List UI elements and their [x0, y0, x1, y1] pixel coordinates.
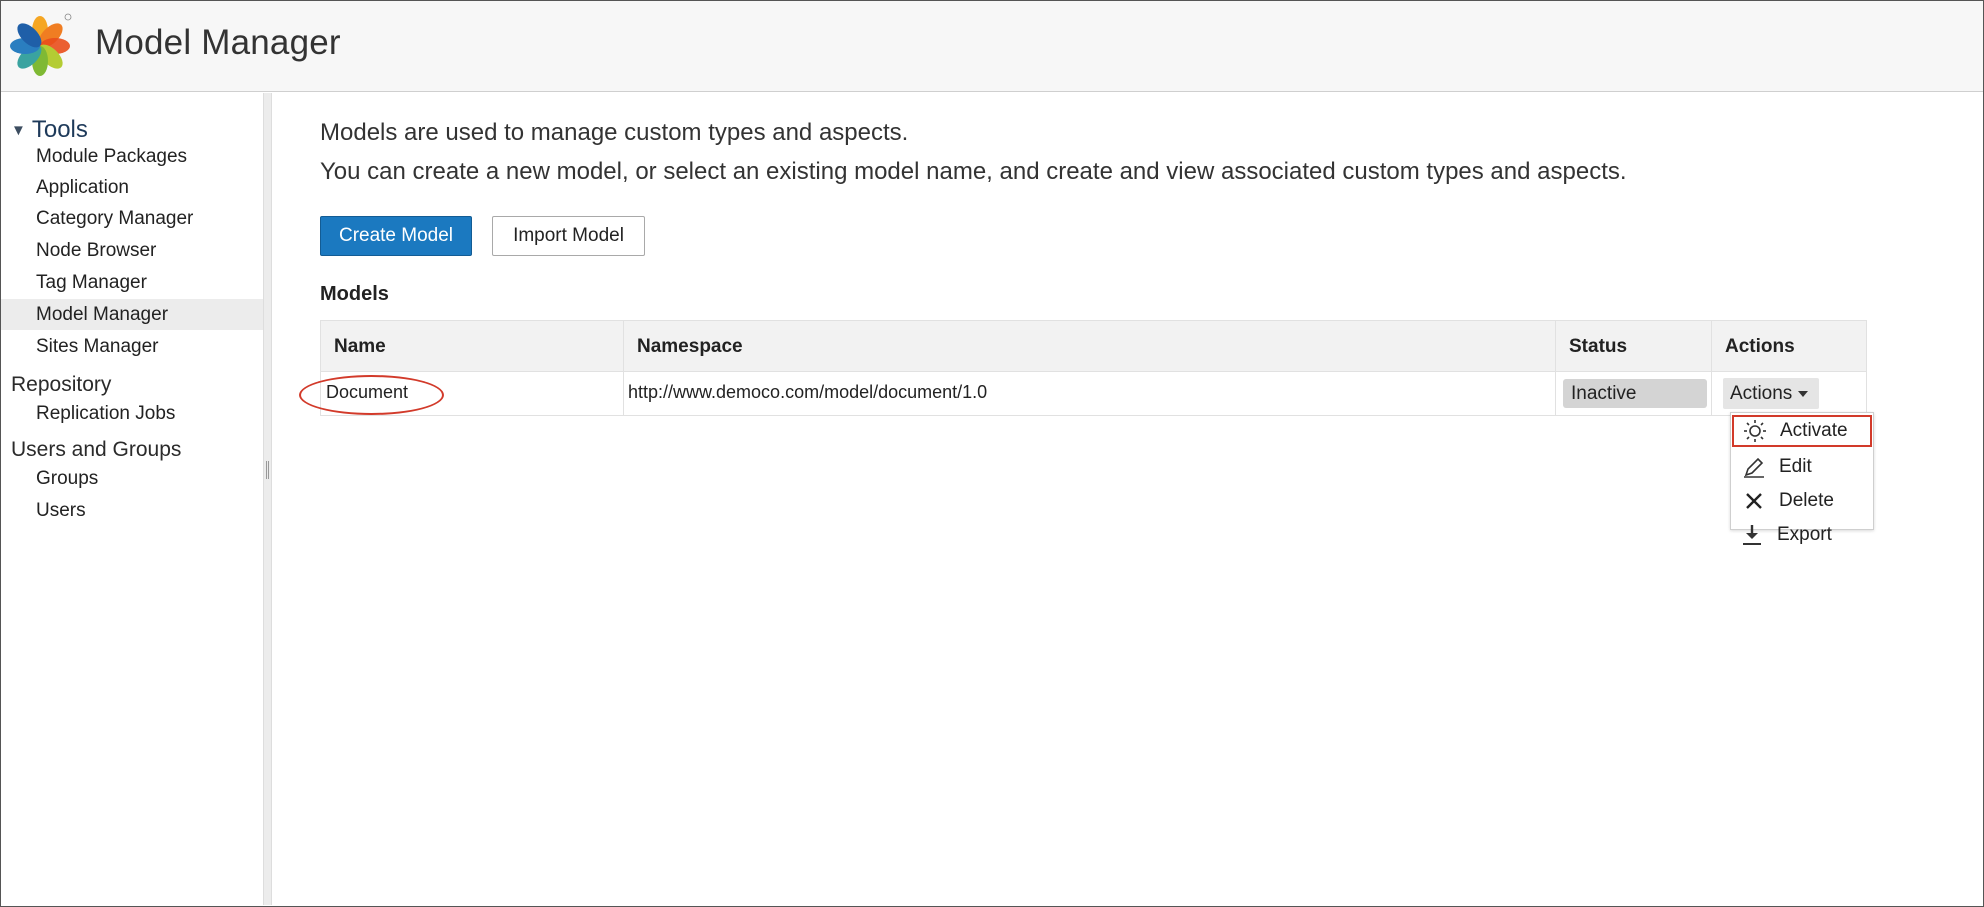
actions-menu: Activate Edit Delete — [1730, 412, 1874, 530]
column-divider — [1555, 320, 1556, 416]
menu-item-label: Edit — [1779, 456, 1812, 477]
page-title: Model Manager — [95, 23, 341, 62]
table-row: Document http://www.democo.com/model/doc… — [320, 372, 1867, 416]
triangle-down-icon[interactable]: ▼ — [11, 122, 26, 139]
models-section-title: Models — [320, 283, 389, 305]
annotation-ellipse — [299, 375, 444, 415]
column-divider — [1711, 320, 1712, 416]
intro-text-line-1: Models are used to manage custom types a… — [320, 119, 909, 146]
sidebar-item-module-packages[interactable]: Module Packages — [1, 141, 263, 172]
sidebar-section-repository[interactable]: Repository — [11, 373, 111, 397]
sidebar-item-users[interactable]: Users — [1, 495, 263, 526]
alfresco-logo-icon — [10, 13, 72, 76]
close-icon — [1739, 488, 1769, 514]
menu-item-export[interactable]: Export — [1731, 519, 1869, 551]
sidebar-item-sites-manager[interactable]: Sites Manager — [1, 331, 263, 362]
download-icon — [1737, 522, 1767, 548]
sidebar-section-label: Tools — [31, 116, 88, 143]
caret-down-icon — [1798, 390, 1809, 397]
lightbulb-icon — [1740, 418, 1770, 444]
app-header: Model Manager — [1, 1, 1983, 92]
actions-dropdown-label: Actions — [1730, 383, 1793, 404]
menu-item-edit[interactable]: Edit — [1733, 451, 1871, 483]
menu-item-label: Activate — [1780, 420, 1848, 441]
table-header: Name Namespace Status Actions — [320, 320, 1867, 372]
sidebar-item-category-manager[interactable]: Category Manager — [1, 203, 263, 234]
sidebar-item-groups[interactable]: Groups — [1, 463, 263, 494]
import-model-button[interactable]: Import Model — [492, 216, 645, 256]
column-divider — [623, 320, 624, 416]
column-header-actions: Actions — [1725, 336, 1795, 357]
pen-icon — [1739, 454, 1769, 480]
sidebar-resize-handle[interactable] — [263, 93, 272, 905]
status-badge: Inactive — [1563, 379, 1707, 408]
sidebar-section-tools[interactable]: ▼ Tools — [11, 116, 88, 144]
sidebar-item-application[interactable]: Application — [1, 172, 263, 203]
model-namespace: http://www.democo.com/model/document/1.0 — [628, 382, 988, 402]
actions-dropdown-button[interactable]: Actions — [1723, 378, 1819, 409]
column-header-namespace[interactable]: Namespace — [624, 321, 743, 373]
sidebar-item-replication-jobs[interactable]: Replication Jobs — [1, 398, 263, 429]
create-model-button[interactable]: Create Model — [320, 216, 472, 256]
intro-text-line-2: You can create a new model, or select an… — [320, 158, 1627, 185]
menu-item-delete[interactable]: Delete — [1733, 485, 1871, 517]
sidebar-section-users-and-groups[interactable]: Users and Groups — [11, 438, 181, 462]
menu-item-label: Delete — [1779, 490, 1834, 511]
sidebar: ▼ Tools Module Packages Application Cate… — [1, 93, 263, 905]
sidebar-item-tag-manager[interactable]: Tag Manager — [1, 267, 263, 298]
sidebar-item-model-manager[interactable]: Model Manager — [1, 299, 263, 330]
sidebar-item-node-browser[interactable]: Node Browser — [1, 235, 263, 266]
menu-item-activate[interactable]: Activate — [1732, 415, 1872, 447]
column-header-status[interactable]: Status — [1556, 321, 1627, 373]
menu-item-label: Export — [1777, 524, 1832, 545]
main-content: Models are used to manage custom types a… — [272, 93, 1982, 905]
grip-icon — [266, 461, 269, 479]
column-header-name[interactable]: Name — [321, 321, 386, 373]
